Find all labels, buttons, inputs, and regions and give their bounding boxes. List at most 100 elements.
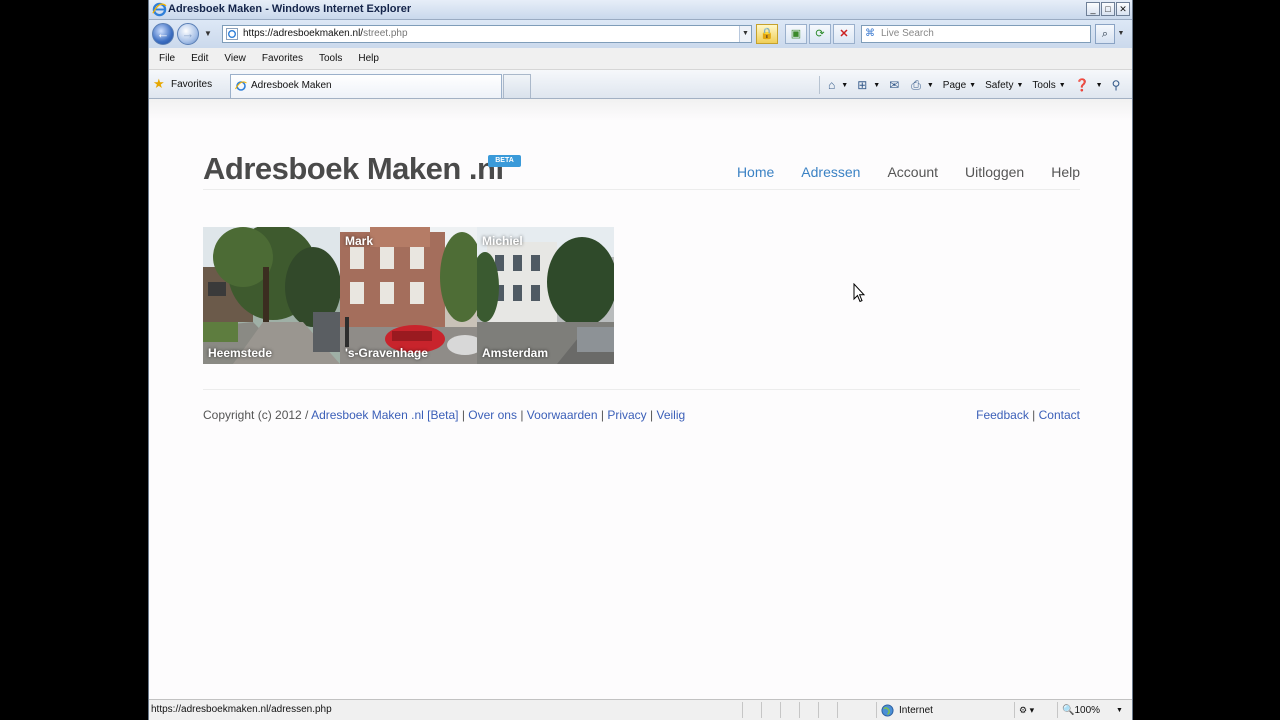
content-top-strip (149, 99, 1132, 121)
footer-link-privacy[interactable]: Privacy (607, 408, 646, 422)
status-panel (799, 702, 817, 718)
footer-brand-link[interactable]: Adresboek Maken .nl [Beta] (311, 408, 458, 422)
zoom-icon: 🔍 (1062, 704, 1075, 716)
url-host: https://adresboekmaken.nl/ (243, 28, 364, 39)
footer-link-contact[interactable]: Contact (1039, 408, 1080, 422)
compatibility-view-icon[interactable]: ▣ (785, 24, 807, 44)
home-icon: ⌂ (828, 78, 836, 92)
desktop-right-margin (1133, 0, 1280, 720)
title-bar: Adresboek Maken - Windows Internet Explo… (149, 0, 1132, 20)
feeds-command[interactable]: ⊞ ▼ (857, 78, 880, 92)
ie-logo-icon (152, 2, 167, 17)
footer-separator: | (520, 408, 524, 422)
command-bar: ⌂ ▼ ⊞ ▼ ✉ ⎙ ▼ Page ▼ Safety ▼ Tools ▼ ❓ ▼ ⚲ (819, 75, 1132, 95)
status-panel (780, 702, 798, 718)
address-dropdown-icon[interactable]: ▼ (739, 26, 751, 42)
security-zone[interactable]: Internet (876, 702, 933, 718)
footer-separator: | (650, 408, 654, 422)
minimize-button[interactable]: _ (1086, 2, 1100, 16)
nav-account[interactable]: Account (887, 164, 938, 180)
window-title: Adresboek Maken - Windows Internet Explo… (168, 3, 412, 15)
footer-divider (203, 389, 1080, 390)
address-input[interactable]: https://adresboekmaken.nl/street.php ▼ (222, 25, 752, 43)
menu-file[interactable]: File (159, 53, 175, 64)
recent-pages-chevron-icon[interactable]: ▼ (204, 29, 212, 38)
menu-view[interactable]: View (224, 53, 246, 64)
search-input[interactable]: ⌘ Live Search (861, 25, 1091, 43)
safety-chevron-icon: ▼ (1016, 81, 1024, 89)
print-command[interactable]: ⎙ ▼ (911, 78, 934, 93)
tab-adresboek-maken[interactable]: Adresboek Maken (230, 74, 502, 98)
zone-label: Internet (899, 704, 933, 716)
address-tile-s-gravenhage[interactable]: Mark 's-Gravenhage (340, 227, 477, 364)
street-view-image (203, 227, 340, 364)
address-tile-heemstede[interactable]: Heemstede (203, 227, 340, 364)
footer-left: Copyright (c) 2012 / Adresboek Maken .nl… (203, 408, 685, 422)
stop-icon[interactable]: ✕ (833, 24, 855, 44)
nav-home[interactable]: Home (737, 164, 774, 180)
mail-icon: ✉ (889, 78, 900, 92)
command-bar-separator (819, 76, 820, 94)
menu-help[interactable]: Help (358, 53, 379, 64)
header-divider (203, 189, 1080, 190)
browser-window: Adresboek Maken - Windows Internet Explo… (148, 0, 1133, 720)
print-chevron-icon: ▼ (926, 81, 934, 89)
back-button[interactable]: ← (152, 23, 174, 45)
page-menu[interactable]: Page ▼ (943, 80, 976, 91)
address-tile-amsterdam[interactable]: Michiel Amsterdam (477, 227, 614, 364)
favorites-button[interactable]: Favorites (171, 79, 212, 90)
mail-command[interactable]: ✉ (889, 78, 902, 92)
nav-adressen[interactable]: Adressen (801, 164, 860, 180)
tools-menu[interactable]: Tools ▼ (1032, 80, 1065, 91)
tab-ie-icon (235, 81, 247, 91)
printer-icon: ⎙ (911, 77, 921, 92)
status-bar: https://adresboekmaken.nl/adressen.php I… (149, 699, 1132, 720)
desktop-left-margin (0, 0, 148, 720)
refresh-icon[interactable]: ⟳ (809, 24, 831, 44)
status-panel (761, 702, 779, 718)
menu-favorites[interactable]: Favorites (262, 53, 303, 64)
footer-link-veilig[interactable]: Veilig (656, 408, 685, 422)
search-button[interactable]: ⌕ (1095, 24, 1115, 44)
menu-edit[interactable]: Edit (191, 53, 208, 64)
beta-badge: BETA (488, 155, 521, 167)
protected-mode-icon[interactable]: ⚙ ▾ (1014, 702, 1034, 718)
tile-city: Heemstede (208, 346, 273, 360)
search-options-chevron-icon[interactable]: ▼ (1116, 24, 1126, 44)
rss-feed-icon: ⊞ (857, 78, 868, 92)
mouse-cursor-icon (853, 283, 865, 303)
zoom-chevron-icon: ▼ (1116, 706, 1123, 714)
nav-help[interactable]: Help (1051, 164, 1080, 180)
menu-tools[interactable]: Tools (319, 53, 342, 64)
footer-separator: | (461, 408, 465, 422)
footer-right: Feedback | Contact (976, 408, 1080, 422)
forward-button[interactable]: → (177, 23, 199, 45)
safety-menu-label: Safety (985, 79, 1014, 91)
site-title[interactable]: Adresboek Maken .nl (203, 151, 504, 187)
research-icon: ⚲ (1111, 78, 1121, 92)
safety-menu[interactable]: Safety ▼ (985, 80, 1023, 91)
close-button[interactable]: ✕ (1116, 2, 1130, 16)
help-icon: ❓ (1074, 78, 1090, 92)
status-panel (818, 702, 836, 718)
favorites-star-icon[interactable]: ★ (153, 76, 165, 92)
new-tab-button[interactable] (503, 74, 531, 98)
footer-link-feedback[interactable]: Feedback (976, 408, 1029, 422)
footer-link-voorwaarden[interactable]: Voorwaarden (527, 408, 598, 422)
lock-icon[interactable]: 🔒 (756, 24, 778, 44)
status-url: https://adresboekmaken.nl/adressen.php (151, 704, 332, 715)
help-chevron-icon: ▼ (1095, 81, 1103, 89)
maximize-button[interactable]: □ (1101, 2, 1115, 16)
footer-separator: | (1032, 408, 1036, 422)
tools-chevron-icon: ▼ (1058, 81, 1066, 89)
nav-uitloggen[interactable]: Uitloggen (965, 164, 1024, 180)
footer-link-over-ons[interactable]: Over ons (468, 408, 517, 422)
url-path: street.php (363, 28, 408, 39)
help-command[interactable]: ❓ ▼ (1075, 78, 1103, 92)
live-search-icon: ⌘ (865, 28, 875, 39)
page-ie-icon (226, 28, 238, 40)
zoom-control[interactable]: 🔍 100% ▼ (1057, 702, 1123, 718)
home-command[interactable]: ⌂ ▼ (828, 78, 848, 92)
research-command[interactable]: ⚲ (1112, 78, 1124, 92)
menu-bar: File Edit View Favorites Tools Help (149, 48, 1132, 70)
